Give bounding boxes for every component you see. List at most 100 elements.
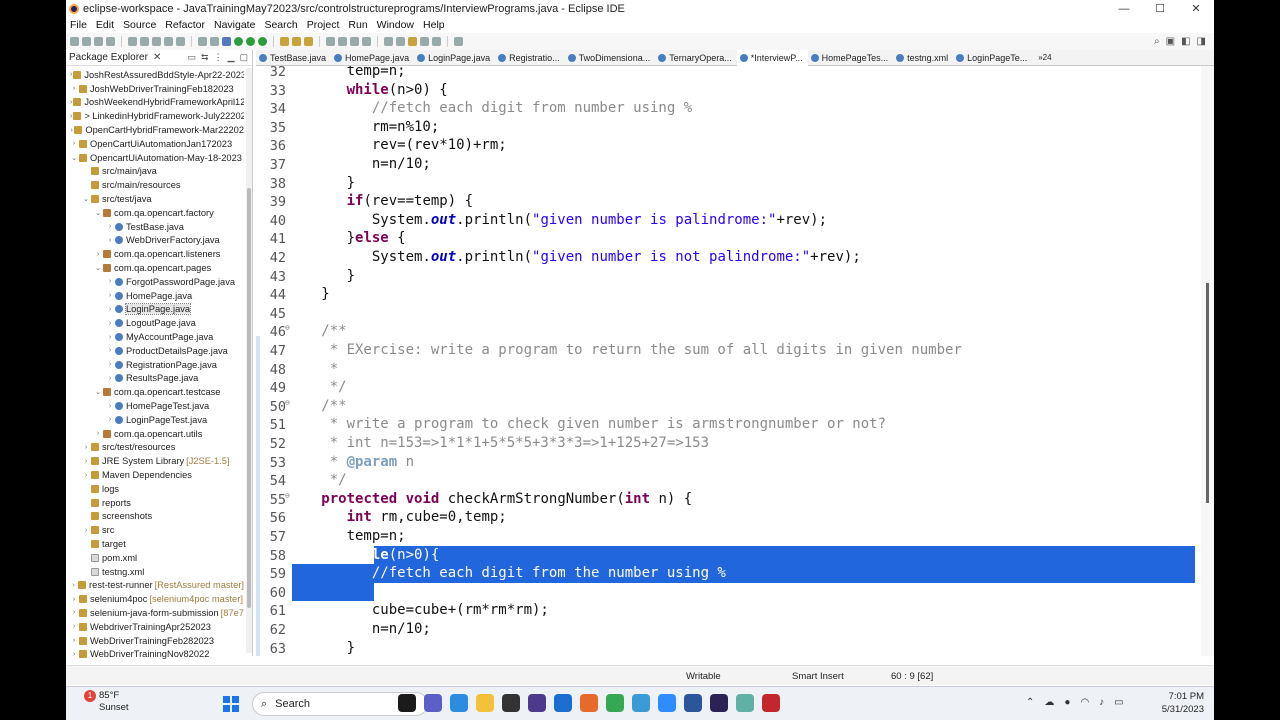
- collapse-all-icon[interactable]: ▭: [188, 52, 197, 63]
- dell-icon[interactable]: [502, 694, 520, 712]
- chevron-right-icon[interactable]: ›: [70, 140, 78, 147]
- editor-scroll-thumb[interactable]: [1206, 283, 1209, 503]
- code-line[interactable]: 39 if(rev==temp) {: [256, 192, 1201, 211]
- close-button[interactable]: ✕: [1178, 0, 1214, 17]
- open-type-icon[interactable]: [326, 37, 335, 46]
- chevron-right-icon[interactable]: ›: [106, 403, 114, 410]
- view-menu-icon[interactable]: ⋮: [214, 52, 223, 63]
- tree-item[interactable]: › OpenCartHybridFramework-Mar22202: [66, 123, 244, 137]
- firefox-icon[interactable]: [580, 694, 598, 712]
- back-icon[interactable]: [420, 37, 429, 46]
- snipping-tool-icon[interactable]: [632, 694, 650, 712]
- tree-item[interactable]: reports: [66, 496, 244, 510]
- disconnect-icon[interactable]: [176, 37, 185, 46]
- chevron-right-icon[interactable]: ›: [106, 292, 114, 299]
- tree-item[interactable]: src/main/resources: [66, 178, 244, 192]
- chevron-right-icon[interactable]: ›: [70, 71, 72, 78]
- previous-annotation-icon[interactable]: [396, 37, 405, 46]
- tree-item[interactable]: › > LinkedinHybridFramework-July22202: [66, 109, 244, 123]
- tree-item[interactable]: › LoginPageTest.java: [66, 413, 244, 427]
- terminate-icon[interactable]: [164, 37, 173, 46]
- menu-search[interactable]: Search: [260, 19, 302, 31]
- code-line[interactable]: 50 ⊖ /**: [256, 397, 1201, 416]
- fold-toggle-icon[interactable]: ⊖: [285, 323, 290, 332]
- code-line[interactable]: 52 * int n=153=>1*1*1+5*5*5+3*3*3=>1+125…: [256, 434, 1201, 453]
- minimize-button[interactable]: —: [1106, 0, 1142, 17]
- open-perspective-icon[interactable]: ▣: [1166, 36, 1175, 47]
- code-line[interactable]: 45: [256, 304, 1201, 323]
- windows-start-icon[interactable]: [223, 696, 239, 712]
- code-line[interactable]: 59 //fetch each digit from the number us…: [256, 564, 1201, 583]
- tree-item[interactable]: › JoshRestAssuredBddStyle-Apr22-2023: [66, 68, 244, 82]
- resume-icon[interactable]: [140, 37, 149, 46]
- code-line[interactable]: 60 rm=n%10;: [256, 582, 1201, 602]
- menu-edit[interactable]: Edit: [92, 19, 119, 31]
- pin-editor-icon[interactable]: [454, 37, 463, 46]
- menu-help[interactable]: Help: [419, 19, 450, 31]
- code-line[interactable]: 35 rm=n%10;: [256, 118, 1201, 137]
- file-explorer-icon[interactable]: [476, 694, 494, 712]
- chevron-down-icon[interactable]: ⌄: [94, 264, 102, 272]
- tree-item[interactable]: › rest-test-runner [RestAssured master]: [66, 578, 244, 592]
- chevron-right-icon[interactable]: ›: [106, 278, 114, 285]
- word-icon[interactable]: [684, 694, 702, 712]
- code-line[interactable]: 58 while(n>0){: [256, 545, 1201, 565]
- coverage-icon[interactable]: [246, 37, 255, 46]
- chevron-down-icon[interactable]: ⌄: [70, 154, 78, 162]
- chevron-right-icon[interactable]: ›: [82, 472, 90, 479]
- tree-item[interactable]: ⌄ com.qa.opencart.pages: [66, 261, 244, 275]
- new-class-icon[interactable]: [304, 37, 313, 46]
- tree-item[interactable]: › JRE System Library [J2SE-1.5]: [66, 454, 244, 468]
- tree-item[interactable]: src/main/java: [66, 165, 244, 179]
- code-line[interactable]: 49 */: [256, 378, 1201, 397]
- eclipse-taskbar-icon[interactable]: [710, 694, 728, 712]
- forward-icon[interactable]: [432, 37, 441, 46]
- chevron-right-icon[interactable]: ›: [106, 416, 114, 423]
- tree-item[interactable]: screenshots: [66, 510, 244, 524]
- media-icon[interactable]: [528, 694, 546, 712]
- editor-tab[interactable]: testng.xml: [893, 50, 953, 66]
- step-into-icon[interactable]: [198, 37, 207, 46]
- tree-item[interactable]: › HomePage.java: [66, 289, 244, 303]
- code-line[interactable]: 32 temp=n;: [256, 66, 1201, 81]
- chevron-right-icon[interactable]: ›: [82, 444, 90, 451]
- menu-refactor[interactable]: Refactor: [161, 19, 210, 31]
- editor-tab[interactable]: *InterviewP...: [736, 49, 808, 66]
- tree-item[interactable]: › src: [66, 523, 244, 537]
- search-icon[interactable]: ⌕: [1154, 36, 1160, 47]
- editor-tab[interactable]: TernaryOpera...: [655, 50, 737, 66]
- security-icon[interactable]: [762, 694, 780, 712]
- chevron-right-icon[interactable]: ›: [70, 637, 78, 644]
- tree-item[interactable]: › OpenCartUiAutomationJan172023: [66, 137, 244, 151]
- chevron-right-icon[interactable]: ›: [82, 527, 90, 534]
- chevron-up-icon[interactable]: ⌃: [1026, 697, 1034, 708]
- code-line[interactable]: 55 ⊖ protected void checkArmStrongNumber(…: [256, 490, 1201, 509]
- tree-item[interactable]: › selenium4poc [selenium4poc master]: [66, 592, 244, 606]
- editor-tab[interactable]: HomePageTes...: [808, 50, 894, 66]
- tree-item[interactable]: › RegistrationPage.java: [66, 358, 244, 372]
- code-line[interactable]: 43 }: [256, 267, 1201, 286]
- code-line[interactable]: 48 *: [256, 360, 1201, 379]
- java-perspective-icon[interactable]: ◧: [1181, 36, 1190, 47]
- tree-item[interactable]: › HomePageTest.java: [66, 399, 244, 413]
- chevron-right-icon[interactable]: ›: [70, 127, 73, 134]
- tree-item[interactable]: target: [66, 537, 244, 551]
- menu-run[interactable]: Run: [344, 19, 372, 31]
- tree-item[interactable]: logs: [66, 482, 244, 496]
- chevron-right-icon[interactable]: ›: [70, 99, 72, 106]
- more-tabs-button[interactable]: »24: [1038, 53, 1051, 62]
- next-annotation-icon[interactable]: [384, 37, 393, 46]
- new-icon[interactable]: [70, 37, 79, 46]
- code-line[interactable]: 57 temp=n;: [256, 527, 1201, 546]
- chevron-right-icon[interactable]: ›: [106, 334, 114, 341]
- fold-toggle-icon[interactable]: ⊖: [285, 491, 290, 500]
- chevron-right-icon[interactable]: ›: [106, 375, 114, 382]
- chevron-right-icon[interactable]: ›: [70, 596, 78, 603]
- code-area[interactable]: 32 temp=n; 33 while(n>0) {34 //fetch each…: [256, 66, 1201, 656]
- zoom-icon[interactable]: [658, 694, 676, 712]
- menu-source[interactable]: Source: [119, 19, 161, 31]
- edge-icon[interactable]: [450, 694, 468, 712]
- chevron-right-icon[interactable]: ›: [106, 320, 114, 327]
- tree-item[interactable]: ⌄ src/test/java: [66, 192, 244, 206]
- weather-widget[interactable]: 1 85°F Sunset: [84, 690, 129, 714]
